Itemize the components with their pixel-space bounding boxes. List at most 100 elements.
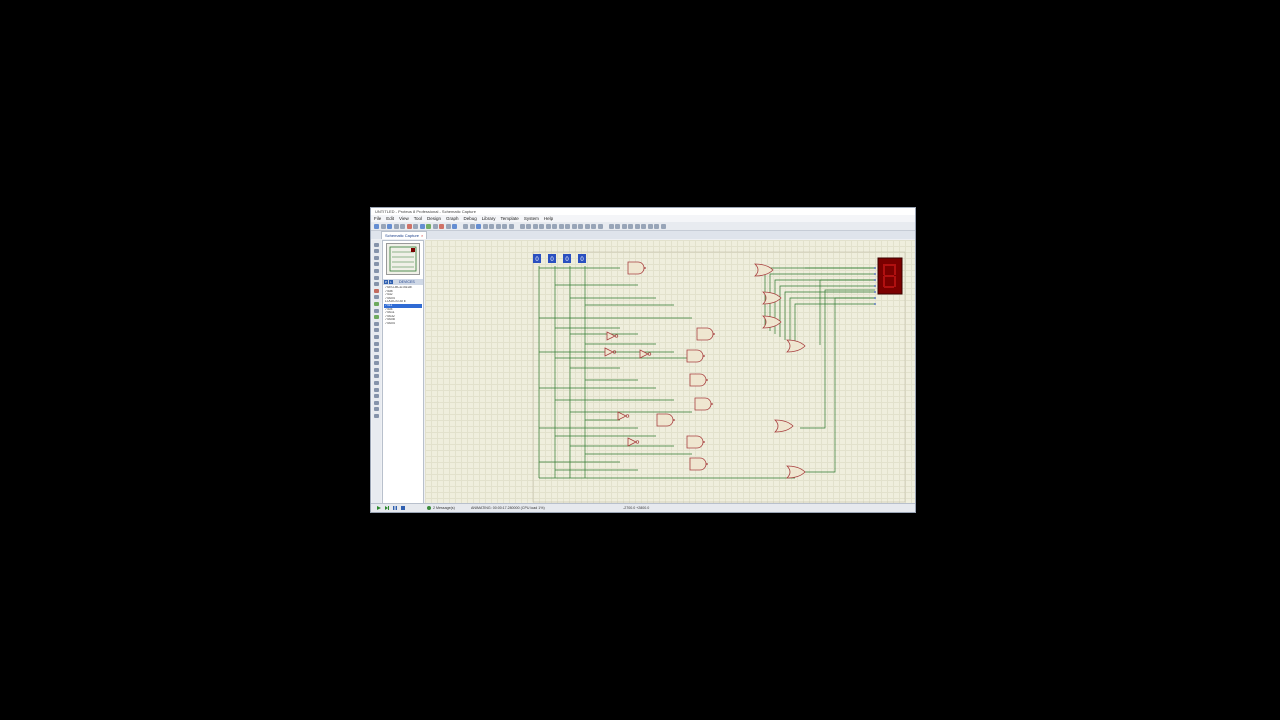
or-gate-icon: [786, 339, 806, 353]
make-device-icon[interactable]: [584, 223, 590, 229]
wire-label-icon[interactable]: [374, 262, 379, 267]
menu-file[interactable]: File: [374, 215, 381, 222]
bom-icon[interactable]: [439, 223, 444, 229]
device-pin-icon[interactable]: [374, 295, 379, 300]
not-gate-icon: [627, 437, 637, 447]
virtual-instrument-icon[interactable]: [374, 334, 379, 339]
design-explorer-icon[interactable]: [628, 223, 633, 229]
remove-sheet-icon[interactable]: [641, 223, 646, 229]
selection-mode-icon[interactable]: [374, 242, 379, 247]
redo-icon[interactable]: [526, 223, 531, 229]
play-icon[interactable]: [377, 506, 381, 510]
home-icon[interactable]: [413, 223, 418, 229]
mirror-x-icon[interactable]: [374, 407, 379, 412]
zoom-area-icon[interactable]: [508, 223, 514, 229]
menu-template[interactable]: Template: [501, 215, 519, 222]
toolbar: [371, 222, 915, 231]
close-icon[interactable]: ×: [421, 232, 423, 239]
pause-icon[interactable]: [393, 506, 397, 510]
paste-icon[interactable]: [545, 223, 551, 229]
overview-window[interactable]: [386, 243, 420, 275]
import-icon[interactable]: [393, 223, 399, 229]
new-file-icon[interactable]: [374, 223, 379, 229]
packaging-icon[interactable]: [591, 223, 596, 229]
pcb-icon[interactable]: [426, 223, 431, 229]
display-pin: [874, 303, 876, 305]
text-script-icon[interactable]: [374, 268, 379, 273]
and-gate-icon: [686, 349, 704, 363]
line-icon[interactable]: [374, 341, 379, 346]
menu-help[interactable]: Help: [544, 215, 553, 222]
graph-icon[interactable]: [374, 301, 379, 306]
zoom-out-icon[interactable]: [495, 223, 501, 229]
grid-icon[interactable]: [469, 223, 475, 229]
pick-device-icon[interactable]: [578, 223, 583, 229]
device-list-item[interactable]: 74S04: [384, 322, 422, 326]
symbol-icon[interactable]: [374, 381, 379, 386]
library-lock-button[interactable]: L: [389, 280, 393, 285]
junction-icon[interactable]: [374, 255, 379, 260]
refresh-icon[interactable]: [463, 223, 468, 229]
or-gate-icon: [762, 315, 782, 329]
open-file-icon[interactable]: [380, 223, 386, 229]
new-sheet-icon[interactable]: [634, 223, 640, 229]
close-project-icon[interactable]: [406, 223, 412, 229]
text-icon[interactable]: [374, 374, 379, 379]
copy-icon[interactable]: [539, 223, 544, 229]
origin-icon[interactable]: [476, 223, 481, 229]
menu-graph[interactable]: Graph: [446, 215, 459, 222]
block-copy-icon[interactable]: [552, 223, 557, 229]
circle-icon[interactable]: [374, 354, 379, 359]
tape-recorder-icon[interactable]: [374, 308, 379, 313]
menu-system[interactable]: System: [524, 215, 539, 222]
terminal-icon[interactable]: [374, 288, 379, 293]
undo-icon[interactable]: [519, 223, 525, 229]
block-delete-icon[interactable]: [571, 223, 577, 229]
step-icon[interactable]: [385, 506, 389, 510]
bill-of-materials-icon[interactable]: [654, 223, 659, 229]
help-icon[interactable]: [452, 223, 457, 229]
pan-icon[interactable]: [482, 223, 488, 229]
decompose-icon[interactable]: [597, 223, 603, 229]
menu-edit[interactable]: Edit: [386, 215, 394, 222]
pick-devices-button[interactable]: P: [384, 280, 388, 285]
message-count[interactable]: 2 Message(s): [433, 504, 455, 512]
source-code-icon[interactable]: [445, 223, 451, 229]
block-rotate-icon[interactable]: [565, 223, 570, 229]
rotate-cw-icon[interactable]: [374, 394, 379, 399]
path-icon[interactable]: [374, 367, 379, 372]
generator-icon[interactable]: [374, 315, 379, 320]
menu-design[interactable]: Design: [427, 215, 441, 222]
property-assign-icon[interactable]: [621, 223, 627, 229]
export-icon[interactable]: [400, 223, 405, 229]
component-mode-icon[interactable]: [374, 249, 379, 254]
current-probe-icon[interactable]: [374, 328, 379, 333]
rotate-ccw-icon[interactable]: [374, 400, 379, 405]
save-icon[interactable]: [387, 223, 392, 229]
search-icon[interactable]: [615, 223, 620, 229]
display-segment: [884, 264, 894, 266]
wire-autorouter-icon[interactable]: [608, 223, 614, 229]
exit-to-parent-icon[interactable]: [647, 223, 653, 229]
arc-icon[interactable]: [374, 361, 379, 366]
tab-schematic-capture[interactable]: Schematic Capture ×: [381, 231, 428, 239]
menu-debug[interactable]: Debug: [464, 215, 477, 222]
voltage-probe-icon[interactable]: [374, 321, 379, 326]
cut-icon[interactable]: [532, 223, 538, 229]
gerber-icon[interactable]: [432, 223, 438, 229]
schematic-icon[interactable]: [419, 223, 425, 229]
block-move-icon[interactable]: [558, 223, 564, 229]
menu-library[interactable]: Library: [482, 215, 496, 222]
menu-view[interactable]: View: [399, 215, 409, 222]
mirror-y-icon[interactable]: [374, 414, 379, 419]
bus-icon[interactable]: [374, 275, 379, 280]
schematic-canvas[interactable]: 0000: [425, 240, 915, 505]
menu-tool[interactable]: Tool: [414, 215, 422, 222]
zoom-all-icon[interactable]: [502, 223, 507, 229]
marker-icon[interactable]: [374, 387, 379, 392]
electrical-rules-icon[interactable]: [660, 223, 666, 229]
box-icon[interactable]: [374, 348, 379, 353]
stop-icon[interactable]: [401, 506, 405, 510]
zoom-in-icon[interactable]: [489, 223, 494, 229]
subcircuit-icon[interactable]: [374, 282, 379, 287]
